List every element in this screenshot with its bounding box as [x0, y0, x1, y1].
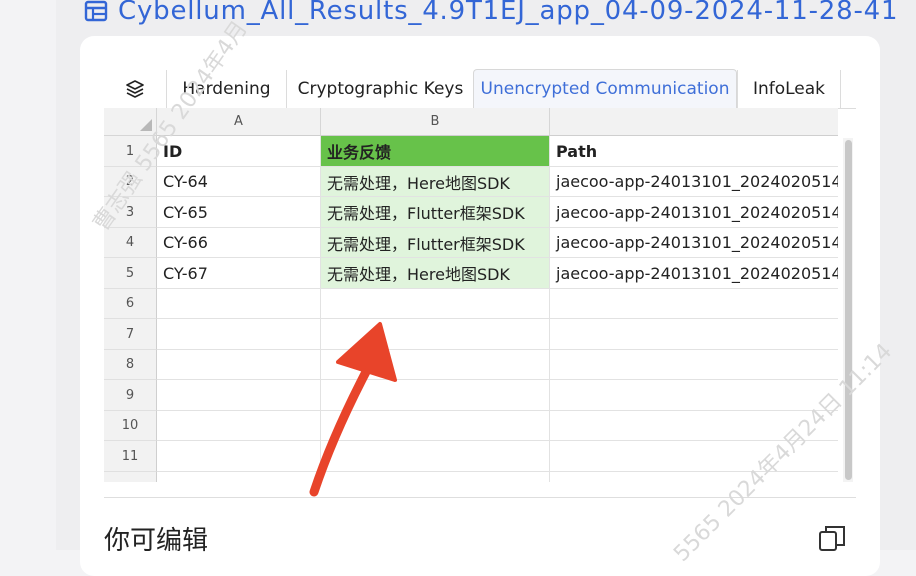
cell-path[interactable]: jaecoo-app-24013101_202402051414 [550, 228, 838, 258]
tab-hardening[interactable]: Hardening [166, 70, 286, 108]
row-header[interactable]: 7 [104, 319, 157, 350]
spreadsheet-grid: A B 1 2 3 4 5 6 7 8 9 10 11 ID 业务反馈 Path… [104, 108, 838, 482]
empty-cell[interactable] [157, 441, 321, 472]
empty-cell[interactable] [550, 411, 838, 441]
tab-infoleak[interactable]: InfoLeak [737, 70, 841, 108]
empty-cell[interactable] [157, 350, 321, 380]
row-header[interactable]: 1 [104, 136, 157, 167]
row-header[interactable]: 2 [104, 167, 157, 197]
editable-label: 你可编辑 [104, 526, 209, 556]
row-header[interactable]: 9 [104, 380, 157, 411]
cell-feedback[interactable]: 无需处理，Here地图SDK [321, 258, 550, 289]
empty-cell[interactable] [550, 319, 838, 350]
row-header[interactable]: 11 [104, 441, 157, 472]
file-title-text[interactable]: Cybellum_All_Results_4.9T1EJ_app_04-09-2… [118, 0, 898, 26]
cell-id[interactable]: CY-64 [157, 167, 321, 197]
sheet-list-button[interactable] [104, 70, 166, 108]
empty-cell[interactable] [550, 472, 838, 482]
empty-cell[interactable] [550, 289, 838, 319]
cell-id-header[interactable]: ID [157, 136, 321, 167]
cell-feedback[interactable]: 无需处理，Flutter框架SDK [321, 228, 550, 258]
row-header[interactable]: 6 [104, 289, 157, 319]
file-title[interactable]: Cybellum_All_Results_4.9T1EJ_app_04-09-2… [84, 0, 898, 30]
cell-id[interactable]: CY-66 [157, 228, 321, 258]
section-divider [104, 497, 856, 498]
empty-cell[interactable] [157, 472, 321, 482]
row-header[interactable]: 3 [104, 197, 157, 228]
cell-path[interactable]: jaecoo-app-24013101_202402051414 [550, 197, 838, 228]
column-header-b[interactable]: B [321, 108, 550, 136]
empty-cell[interactable] [550, 441, 838, 472]
layers-icon [126, 80, 144, 98]
select-all-corner[interactable] [104, 108, 157, 136]
row-header[interactable]: 5 [104, 258, 157, 289]
empty-cell[interactable] [157, 319, 321, 350]
tab-cryptographic-keys[interactable]: Cryptographic Keys [286, 70, 474, 108]
empty-cell[interactable] [550, 380, 838, 411]
empty-cell[interactable] [157, 380, 321, 411]
row-header[interactable]: 8 [104, 350, 157, 380]
row-header[interactable] [104, 472, 157, 482]
empty-cell[interactable] [550, 350, 838, 380]
red-arrow-annotation [309, 322, 397, 497]
cell-path-header[interactable]: Path [550, 136, 838, 167]
empty-cell[interactable] [157, 411, 321, 441]
row-header[interactable]: 10 [104, 411, 157, 441]
copy-icon[interactable] [818, 524, 846, 552]
column-header-c[interactable] [550, 108, 838, 136]
cell-feedback[interactable]: 无需处理，Flutter框架SDK [321, 197, 550, 228]
cell-path[interactable]: jaecoo-app-24013101_202402051414 [550, 167, 838, 197]
cell-feedback[interactable]: 无需处理，Here地图SDK [321, 167, 550, 197]
cell-path[interactable]: jaecoo-app-24013101_202402051414 [550, 258, 838, 289]
column-header-a[interactable]: A [157, 108, 321, 136]
cell-id[interactable]: CY-65 [157, 197, 321, 228]
spreadsheet-icon [84, 0, 108, 22]
tab-unencrypted-communication[interactable]: Unencrypted Communication [473, 69, 737, 109]
row-header[interactable]: 4 [104, 228, 157, 258]
vertical-scrollbar-thumb[interactable] [845, 140, 852, 480]
cell-feedback-header[interactable]: 业务反馈 [321, 136, 550, 167]
cell-id[interactable]: CY-67 [157, 258, 321, 289]
empty-cell[interactable] [157, 289, 321, 319]
